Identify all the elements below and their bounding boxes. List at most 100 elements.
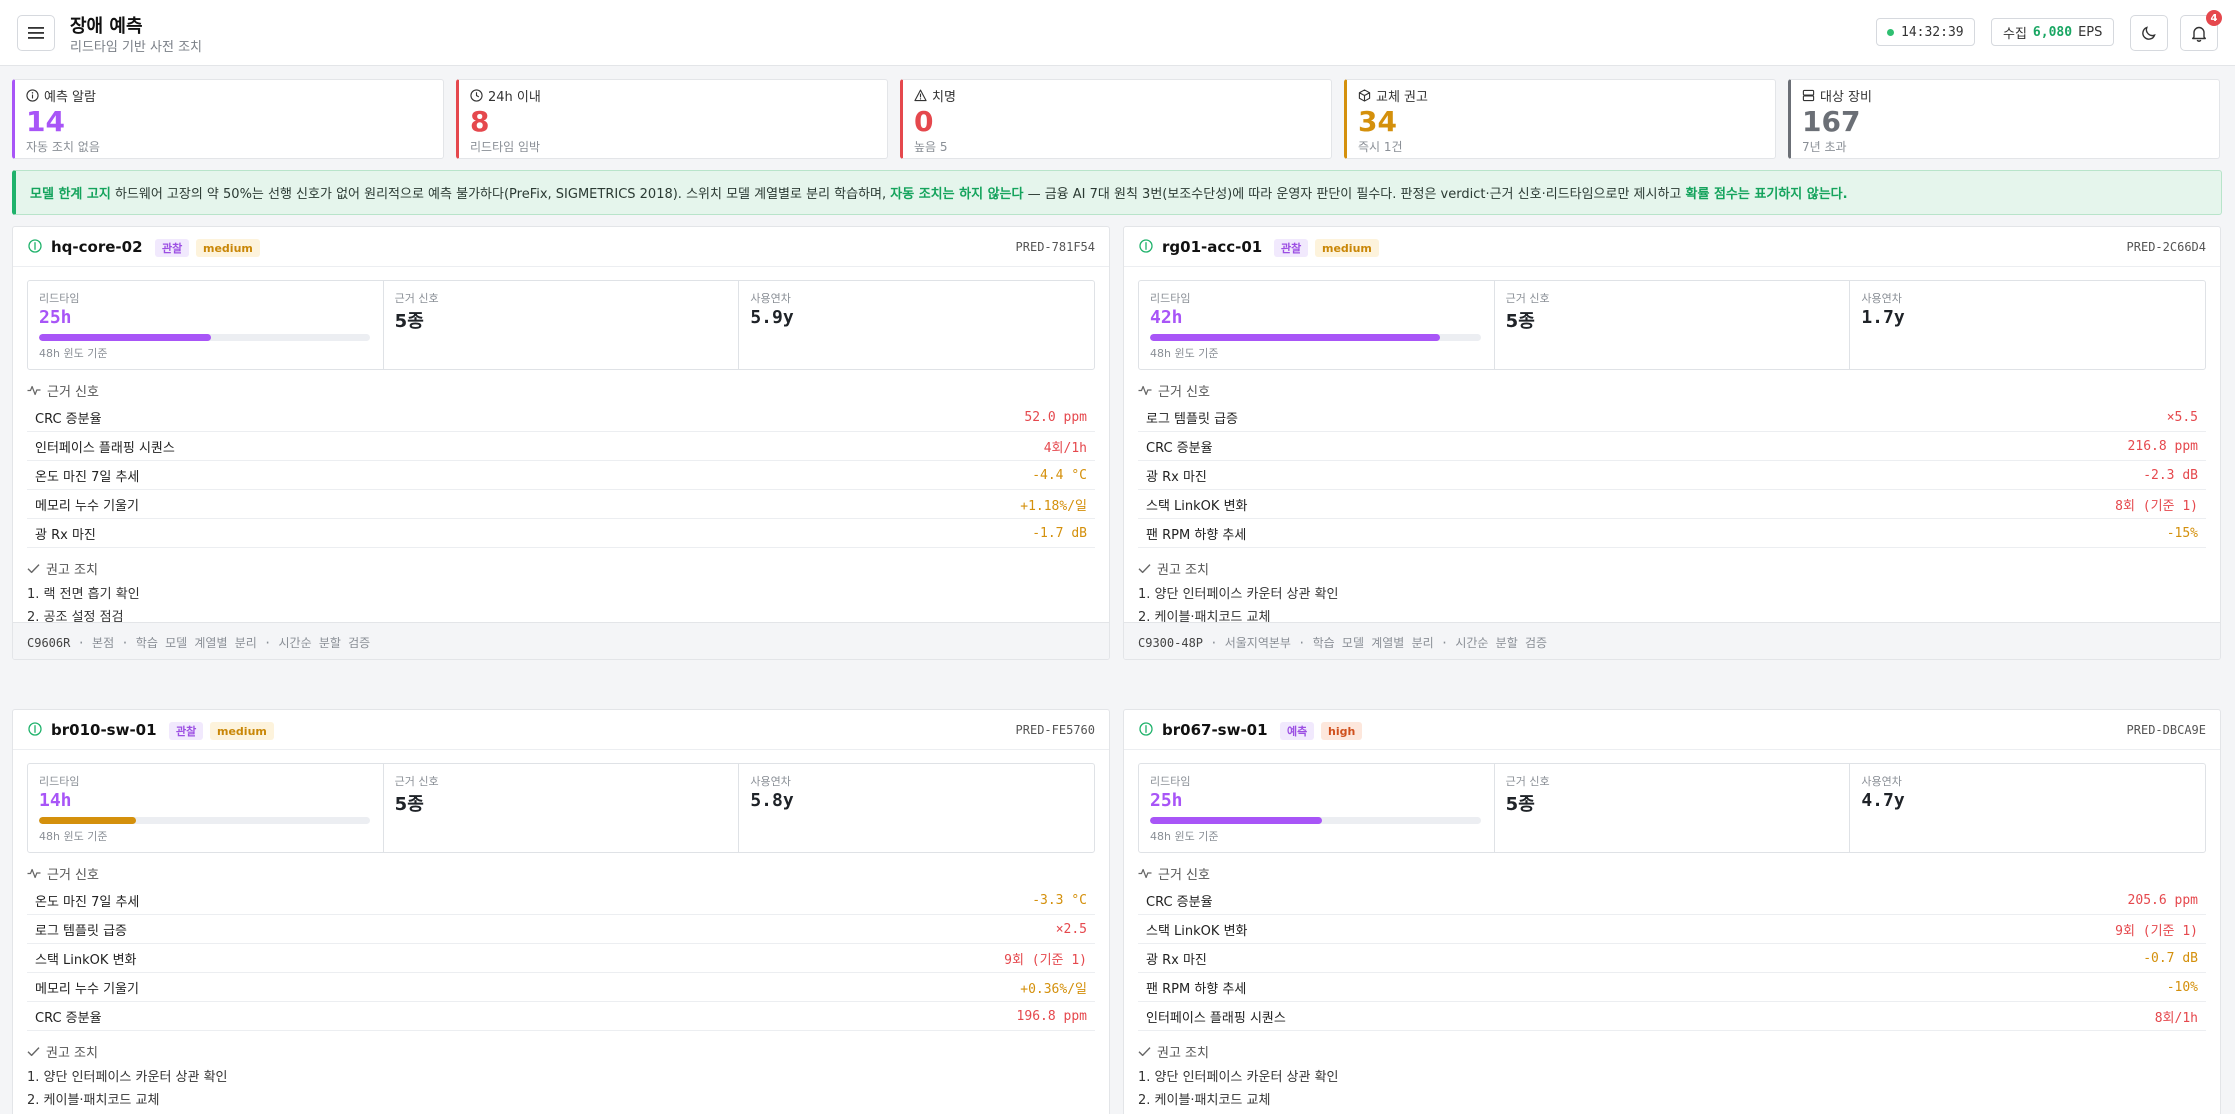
state-badge: 관찰 [1274,239,1309,257]
live-status-dot [1887,28,1894,36]
prediction-card[interactable]: br010-sw-01 관찰 medium PRED-FE5760 리드타임 14h 48h… [12,709,1110,1114]
signals-section-header: 근거 신호 [27,865,1109,883]
alert-info-icon [28,239,42,257]
signal-name: 광 Rx 마진 [1146,469,1207,485]
live-clock: 14:32:39 [1876,18,1975,46]
theme-toggle-button[interactable] [2130,15,2168,51]
signal-value: 9회 (기준 1) [1004,952,1087,968]
signal-name: 온도 마진 7일 추세 [35,894,140,910]
leadtime-bar [1150,334,1481,341]
action-list: 1. 양단 인터페이스 카운터 상관 확인2. 케이블·패치코드 교체3. 포트… [1138,1067,2220,1114]
signal-list: CRC 증분율 205.6 ppm 스택 LinkOK 변화 9회 (기준 1) 광 R… [1138,886,2206,1031]
severity-badge: medium [196,239,260,257]
menu-button[interactable] [17,15,55,51]
leadtime-bar [39,334,370,341]
signal-name: 스택 LinkOK 변화 [1146,923,1248,939]
eps-label: 수집 [2003,26,2027,42]
leadtime-value: 42h [1150,307,1183,328]
hamburger-icon [28,27,44,39]
kpi-label: 24h 이내 [470,86,887,105]
signals-count-label: 근거 신호 [1505,775,1550,788]
metrics-panel: 리드타임 42h 48h 윈도 기준 근거 신호 5종 사용연차 1.7y [1138,280,2206,370]
signal-row: CRC 증분율 196.8 ppm [27,1002,1095,1031]
notifications-button[interactable]: 4 [2180,10,2222,51]
severity-badge: medium [210,722,274,740]
pulse-icon [1138,867,1152,879]
check-icon [27,1046,40,1057]
actions-section-title: 권고 조치 [46,562,98,578]
leadtime-label: 리드타임 [39,292,80,305]
signals-count-cell: 근거 신호 5종 [1495,281,1851,369]
signal-row: 메모리 누수 기울기 +0.36%/일 [27,973,1095,1002]
notice-text-1: 하드웨어 고장의 약 50%는 선행 신호가 없어 원리적으로 예측 불가하다(… [110,187,891,202]
prediction-card[interactable]: hq-core-02 관찰 medium PRED-781F54 리드타임 25h 48h … [12,226,1110,660]
card-header: br010-sw-01 관찰 medium PRED-FE5760 [13,710,1109,750]
signal-row: 로그 템플릿 급증 ×2.5 [27,915,1095,944]
metrics-panel: 리드타임 25h 48h 윈도 기준 근거 신호 5종 사용연차 4.7y [1138,763,2206,853]
action-item: 2. 케이블·패치코드 교체 [27,1092,160,1108]
signal-name: CRC 증분율 [1146,440,1213,456]
signal-name: 팬 RPM 하향 추세 [1146,981,1247,997]
prediction-id: PRED-DBCA9E [2126,723,2206,737]
clock-time: 14:32:39 [1901,24,1964,40]
prediction-id: PRED-781F54 [1015,240,1095,254]
signal-value: ×5.5 [2166,409,2198,425]
prediction-card[interactable]: br067-sw-01 예측 high PRED-DBCA9E 리드타임 25h 48h 윈… [1123,709,2221,1114]
leadtime-cell: 리드타임 25h 48h 윈도 기준 [28,281,384,369]
signal-row: 스택 LinkOK 변화 8회 (기준 1) [1138,490,2206,519]
kpi-value: 0 [914,105,934,138]
signals-count-cell: 근거 신호 5종 [384,281,740,369]
action-item: 1. 양단 인터페이스 카운터 상관 확인 [1138,587,1339,602]
info-icon [26,89,39,102]
kpi-label-text: 교체 권고 [1376,90,1428,105]
top-bar: 장애 예측 리드타임 기반 사전 조치 14:32:39 수집 6,080 EP… [0,0,2235,66]
signals-section-header: 근거 신호 [1138,865,2220,883]
device-name: rg01-acc-01 [1162,238,1263,256]
signals-section-title: 근거 신호 [1158,867,1210,883]
signals-count-label: 근거 신호 [394,775,439,788]
prediction-card[interactable]: rg01-acc-01 관찰 medium PRED-2C66D4 리드타임 42h 48h… [1123,226,2221,660]
prediction-id: PRED-2C66D4 [2126,240,2206,254]
metrics-panel: 리드타임 25h 48h 윈도 기준 근거 신호 5종 사용연차 5.9y [27,280,1095,370]
severity-badge: medium [1315,239,1379,257]
signal-name: 스택 LinkOK 변화 [35,952,137,968]
signal-row: 광 Rx 마진 -0.7 dB [1138,944,2206,973]
kpi-card: 24h 이내 8 리드타임 임박 [456,79,888,159]
signals-count-label: 근거 신호 [1505,292,1550,305]
card-footer: C9300-48P · 서울지역본부 · 학습 모델 계열별 분리 · 시간순 … [1124,622,2220,659]
card-header: br067-sw-01 예측 high PRED-DBCA9E [1124,710,2220,750]
signal-row: 광 Rx 마진 -1.7 dB [27,519,1095,548]
age-value: 1.7y [1861,307,1905,328]
signal-row: 온도 마진 7일 추세 -4.4 °C [27,461,1095,490]
signals-section-header: 근거 신호 [1138,382,2220,400]
signal-value: -1.7 dB [1032,525,1087,541]
leadtime-bar-fill [1150,334,1440,341]
device-name: br067-sw-01 [1162,721,1268,739]
kpi-subtext: 리드타임 임박 [470,140,541,154]
actions-section-title: 권고 조치 [46,1045,98,1061]
signals-section-title: 근거 신호 [1158,384,1210,400]
age-value: 4.7y [1861,790,1905,811]
signal-value: 216.8 ppm [2127,438,2198,454]
kpi-card: 예측 알람 14 자동 조치 없음 [12,79,444,159]
actions-section-header: 권고 조치 [1138,560,2220,578]
bell-icon [2192,26,2206,42]
signal-list: 로그 템플릿 급증 ×5.5 CRC 증분율 216.8 ppm 광 Rx 마진 -2.3… [1138,403,2206,548]
kpi-label-text: 치명 [932,90,956,105]
actions-section-header: 권고 조치 [27,1043,1109,1061]
kpi-subtext: 즉시 1건 [1358,140,1403,154]
age-cell: 사용연차 5.9y [739,281,1094,369]
signal-name: 팬 RPM 하향 추세 [1146,527,1247,543]
leadtime-cell: 리드타임 42h 48h 윈도 기준 [1139,281,1495,369]
action-item: 2. 케이블·패치코드 교체 [1138,1092,1271,1108]
kpi-card: 치명 0 높음 5 [900,79,1332,159]
window-note: 48h 윈도 기준 [1150,830,1219,843]
kpi-subtext: 자동 조치 없음 [26,140,100,154]
signal-name: 메모리 누수 기울기 [35,981,139,997]
signal-value: 8회/1h [2154,1010,2198,1026]
leadtime-value: 14h [39,790,72,811]
warning-icon [914,89,927,102]
alert-info-icon [28,722,42,740]
actions-section-title: 권고 조치 [1157,562,1209,578]
notice-highlight-no-probability: 확률 점수는 표기하지 않는다. [1685,187,1848,202]
